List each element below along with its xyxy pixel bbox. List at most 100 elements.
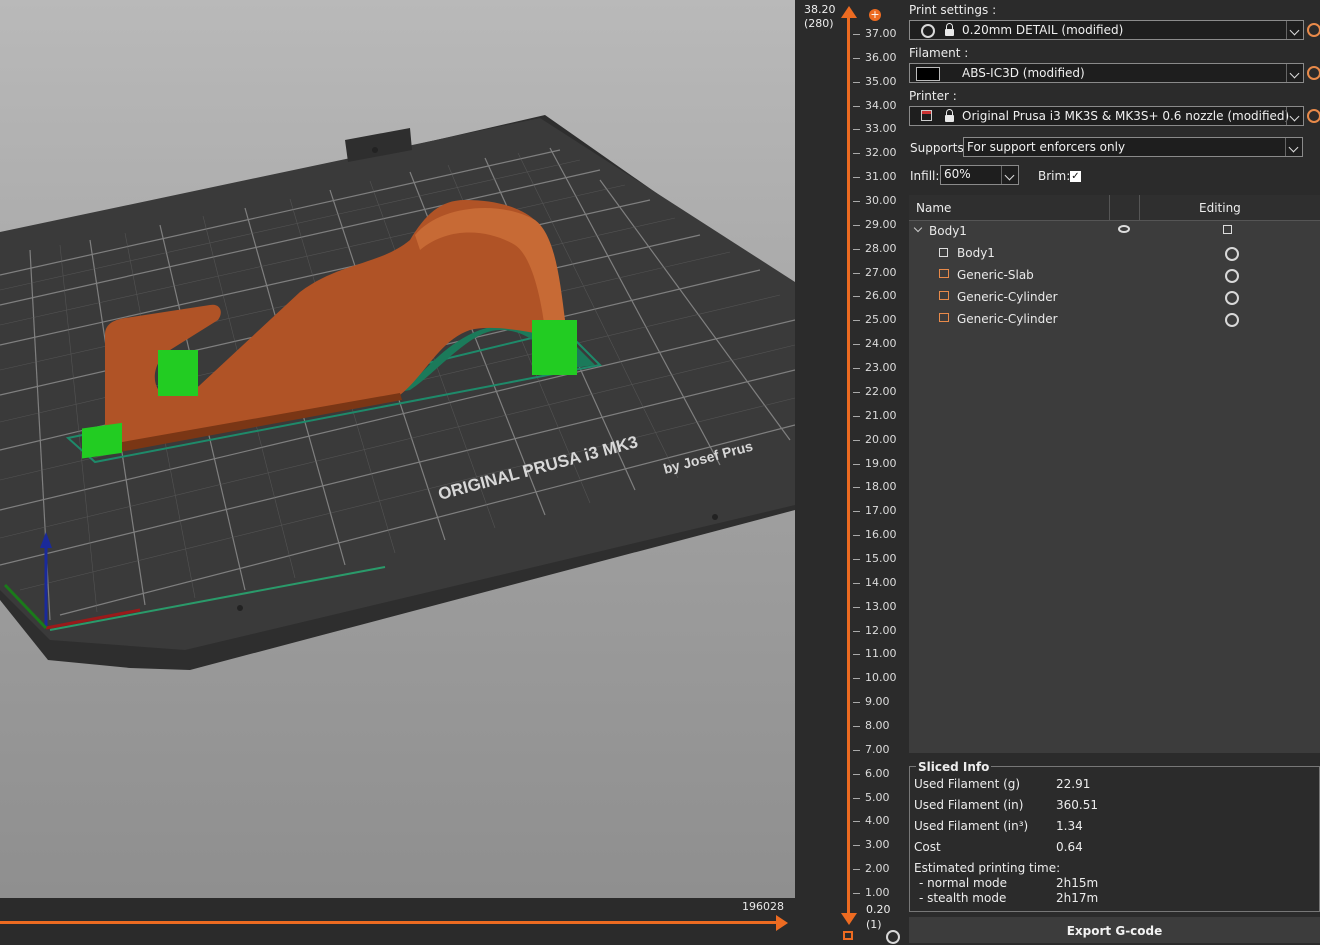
layer-tick-mark xyxy=(853,797,860,799)
layer-tick-mark xyxy=(853,630,860,632)
print-settings-select[interactable]: 0.20mm DETAIL (modified) xyxy=(909,20,1304,40)
time-label: Estimated printing time: xyxy=(914,861,1061,875)
layer-tick-mark xyxy=(853,463,860,465)
eye-icon[interactable] xyxy=(1118,225,1130,233)
layer-tick-mark xyxy=(853,57,860,59)
export-gcode-button[interactable]: Export G-code xyxy=(909,917,1320,943)
list-item[interactable]: Body1 xyxy=(909,242,1320,264)
printer-label: Printer : xyxy=(909,89,957,103)
layer-tick-label: 35.00 xyxy=(865,74,897,88)
info-value: 360.51 xyxy=(1056,798,1098,812)
chevron-down-icon[interactable] xyxy=(913,223,923,233)
layer-tick-mark xyxy=(853,511,860,513)
layer-tick-mark xyxy=(853,845,860,847)
layer-tick-mark xyxy=(853,224,860,226)
printer-select[interactable]: Original Prusa i3 MK3S & MK3S+ 0.6 nozzl… xyxy=(909,106,1304,126)
modifier-name: Generic-Slab xyxy=(957,268,1034,282)
layer-tick-label: 13.00 xyxy=(865,599,897,613)
layer-bottom-index: (1) xyxy=(866,918,882,931)
chevron-down-icon[interactable] xyxy=(1285,138,1302,156)
layer-tick-label: 12.00 xyxy=(865,623,897,637)
object-name: Body1 xyxy=(929,224,967,238)
column-editing[interactable]: Editing xyxy=(1199,201,1241,215)
filament-edit-icon[interactable] xyxy=(1307,66,1320,80)
layer-tick-mark xyxy=(853,869,860,871)
layer-tick-mark xyxy=(853,535,860,537)
list-item[interactable]: Generic-Slab xyxy=(909,264,1320,286)
layer-tick-label: 4.00 xyxy=(865,814,890,828)
layer-tick-mark xyxy=(853,177,860,179)
layer-tick-label: 18.00 xyxy=(865,480,897,494)
layer-tick-label: 15.00 xyxy=(865,551,897,565)
modifier-settings-icon[interactable] xyxy=(1225,313,1239,327)
layer-tick-mark xyxy=(853,702,860,704)
printer-icon xyxy=(921,110,932,121)
lock-icon xyxy=(945,109,954,122)
info-value: 0.64 xyxy=(1056,840,1083,854)
sliced-info-title: Sliced Info xyxy=(916,760,992,774)
modifier-icon xyxy=(939,313,949,322)
layer-tick-label: 28.00 xyxy=(865,241,897,255)
move-count: 196028 xyxy=(742,900,784,913)
list-item[interactable]: Generic-Cylinder xyxy=(909,286,1320,308)
chevron-down-icon[interactable] xyxy=(1286,64,1303,82)
modifier-name: Generic-Cylinder xyxy=(957,312,1058,326)
layer-tick-label: 27.00 xyxy=(865,265,897,279)
part-settings-icon[interactable] xyxy=(1225,247,1239,261)
info-key: Used Filament (g) xyxy=(914,777,1021,791)
info-value: 1.34 xyxy=(1056,819,1083,833)
layer-tick-mark xyxy=(853,272,860,274)
layer-tick-label: 23.00 xyxy=(865,361,897,375)
layer-tick-mark xyxy=(853,129,860,131)
info-key: Used Filament (in) xyxy=(914,798,1024,812)
layer-tick-mark xyxy=(853,678,860,680)
support-left-base xyxy=(82,422,122,459)
filament-select[interactable]: ABS-IC3D (modified) xyxy=(909,63,1304,83)
layer-tick-label: 37.00 xyxy=(865,27,897,40)
print-settings-edit-icon[interactable] xyxy=(1307,23,1320,37)
list-item[interactable]: Body1 xyxy=(909,220,1320,242)
modifier-icon xyxy=(939,269,949,278)
move-slider-thumb[interactable] xyxy=(776,915,788,931)
modifier-settings-icon[interactable] xyxy=(1225,269,1239,283)
layer-tick-label: 14.00 xyxy=(865,575,897,589)
info-value: 22.91 xyxy=(1056,777,1091,791)
column-name[interactable]: Name xyxy=(916,201,951,215)
layer-tick-label: 36.00 xyxy=(865,50,897,64)
layer-tick-label: 3.00 xyxy=(865,838,890,852)
layer-tick-label: 5.00 xyxy=(865,790,890,804)
modifier-settings-icon[interactable] xyxy=(1225,291,1239,305)
infill-label: Infill: xyxy=(910,169,940,183)
printer-edit-icon[interactable] xyxy=(1307,109,1320,123)
layer-tick-label: 30.00 xyxy=(865,194,897,208)
layer-tick-mark xyxy=(853,606,860,608)
move-slider-line[interactable] xyxy=(0,921,782,924)
layer-tick-mark xyxy=(853,821,860,823)
layer-tick-label: 22.00 xyxy=(865,384,897,398)
object-settings-icon[interactable] xyxy=(1223,225,1232,234)
object-list[interactable]: Name Editing Body1 Body1 Generic-Slab Ge… xyxy=(909,195,1320,753)
supports-label: Supports: xyxy=(910,141,968,155)
layer-slider[interactable]: 38.20 (280) + 37.00 36.00 35.00 34.00 33.00 3… xyxy=(795,0,905,944)
layer-tick-label: 25.00 xyxy=(865,313,897,327)
chevron-down-icon[interactable] xyxy=(1001,166,1018,184)
layer-tick-label: 1.00 xyxy=(865,886,890,899)
brim-checkbox[interactable]: ✓ xyxy=(1070,171,1081,182)
layer-tick-mark xyxy=(853,201,860,203)
list-item[interactable]: Generic-Cylinder xyxy=(909,308,1320,330)
layer-tick-label: 11.00 xyxy=(865,647,897,661)
infill-select[interactable]: 60% xyxy=(940,165,1019,185)
layer-tick-label: 26.00 xyxy=(865,289,897,303)
print-settings-label: Print settings : xyxy=(909,3,997,17)
layer-bottom-height: 0.20 xyxy=(866,903,891,916)
chevron-down-icon[interactable] xyxy=(1286,107,1303,125)
support-right xyxy=(532,320,577,375)
layer-tick-mark xyxy=(853,439,860,441)
3d-viewport[interactable]: ORIGINAL PRUSA i3 MK3 by Josef Prus 1960… xyxy=(0,0,795,943)
modifier-icon xyxy=(939,291,949,300)
chevron-down-icon[interactable] xyxy=(1286,21,1303,39)
sliced-info: Sliced Info Used Filament (g) 22.91 Used… xyxy=(909,760,1320,912)
brim-label: Brim: xyxy=(1038,169,1071,183)
supports-select[interactable]: For support enforcers only xyxy=(963,137,1303,157)
layer-tick-mark xyxy=(853,391,860,393)
